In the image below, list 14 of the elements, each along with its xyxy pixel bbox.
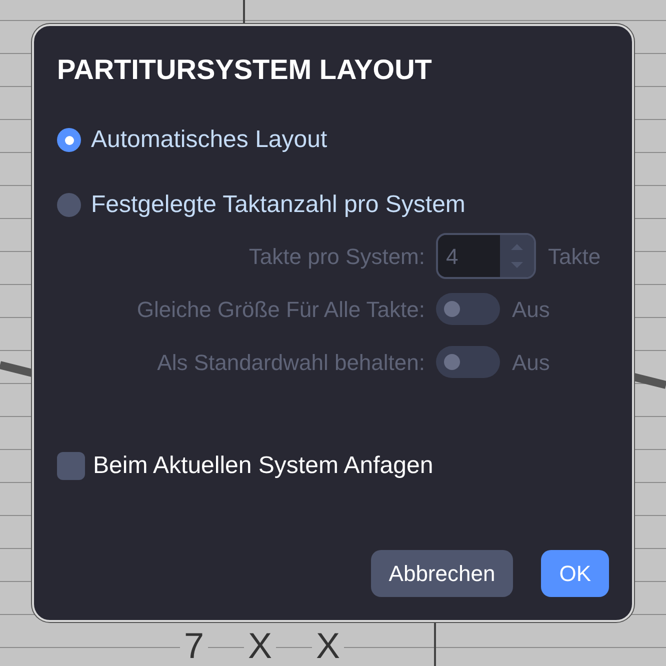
checkbox[interactable]	[57, 452, 85, 480]
toggle-state-label: Aus	[512, 348, 550, 376]
unit-label: Takte	[548, 242, 601, 270]
toggle-state-label: Aus	[512, 296, 550, 324]
radio-button[interactable]	[57, 193, 81, 217]
setting-label: Takte pro System:	[248, 242, 425, 271]
dialog-title: PARTITURSYSTEM LAYOUT	[57, 53, 433, 87]
setting-label: Als Standardwahl behalten:	[156, 348, 425, 376]
radio-button[interactable]	[57, 128, 81, 152]
checkbox-label[interactable]: Beim Aktuellen System Anfagen	[93, 448, 434, 484]
radio-label[interactable]: Festgelegte Taktanzahl pro System	[91, 190, 466, 220]
radio-label[interactable]: Automatisches Layout	[91, 125, 328, 155]
setting-label: Gleiche Größe Für Alle Takte:	[136, 296, 425, 324]
cancel-button[interactable]: Abbrechen	[370, 550, 514, 597]
